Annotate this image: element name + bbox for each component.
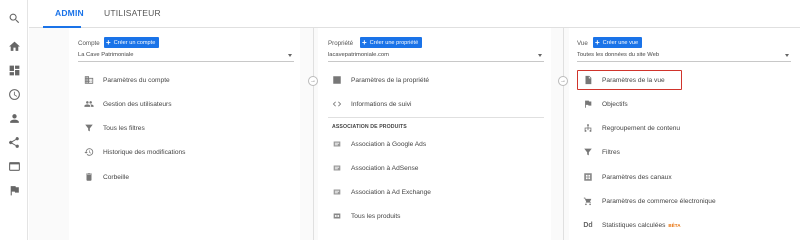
item-label: Statistiques calculées (602, 221, 666, 229)
square-icon (331, 74, 343, 86)
item-label: Gestion des utilisateurs (103, 100, 172, 108)
item-label: Association à Google Ads (351, 140, 427, 148)
link-block-icon (331, 162, 343, 174)
chevron-down-icon (288, 54, 292, 57)
channel-settings-item[interactable]: Paramètres des canaux (582, 170, 672, 184)
trash-item[interactable]: Corbeille (83, 170, 129, 184)
left-nav-rail (0, 0, 28, 240)
item-label: Paramètres du compte (103, 76, 170, 84)
google-ads-link-item[interactable]: Association à Google Ads (331, 137, 426, 151)
property-label: Propriété (328, 40, 354, 47)
account-selected: La Cave Patrimoniale (78, 52, 134, 58)
column-divider (563, 28, 564, 240)
account-settings-item[interactable]: Paramètres du compte (83, 73, 170, 87)
clock-icon[interactable] (6, 86, 22, 102)
plus-icon: + (362, 37, 367, 47)
section-divider (328, 117, 544, 118)
channels-icon (582, 171, 594, 183)
item-label: Paramètres des canaux (602, 173, 672, 181)
tab-utilisateur[interactable]: UTILISATEUR (104, 8, 161, 18)
product-linking-heading: ASSOCIATION DE PRODUITS (332, 124, 407, 130)
ecommerce-settings-item[interactable]: Paramètres de commerce électronique (582, 194, 716, 208)
item-label: Tous les filtres (103, 124, 145, 132)
filters-item[interactable]: Filtres (582, 145, 620, 159)
document-icon (582, 74, 594, 86)
beta-badge: BÊTA (668, 222, 681, 228)
search-icon[interactable] (6, 10, 22, 26)
item-label: Paramètres de commerce électronique (602, 197, 716, 205)
property-settings-item[interactable]: Paramètres de la propriété (331, 73, 429, 87)
all-filters-item[interactable]: Tous les filtres (83, 121, 145, 135)
property-select[interactable]: lacavepatrimoniale.com (328, 52, 544, 62)
filter-icon (83, 122, 95, 134)
content-grouping-item[interactable]: Regroupement de contenu (582, 121, 680, 135)
item-label: Paramètres de la propriété (351, 76, 430, 84)
user-management-item[interactable]: Gestion des utilisateurs (83, 97, 172, 111)
item-label: Informations de suivi (351, 100, 412, 108)
ad-exchange-link-item[interactable]: Association à Ad Exchange (331, 185, 431, 199)
trash-icon (83, 171, 95, 183)
arrow-right-icon: → (308, 76, 318, 86)
change-history-item[interactable]: Historique des modifications (83, 145, 185, 159)
view-selected: Toutes les données du site Web (577, 52, 660, 58)
view-label: Vue (577, 40, 588, 47)
chevron-down-icon (538, 54, 542, 57)
item-label: Objectifs (602, 100, 628, 108)
view-select[interactable]: Toutes les données du site Web (577, 52, 791, 62)
link-block-icon (331, 138, 343, 150)
item-label: Corbeille (103, 173, 130, 181)
create-view-button[interactable]: + Créer une vue (593, 37, 643, 48)
item-label: Tous les produits (351, 212, 401, 220)
building-icon (83, 74, 95, 86)
item-label: Association à Ad Exchange (351, 188, 431, 196)
chevron-down-icon (785, 54, 789, 57)
column-divider (313, 28, 314, 240)
tab-admin[interactable]: ADMIN (55, 8, 84, 18)
all-products-item[interactable]: Tous les produits (331, 209, 400, 223)
display-icon[interactable] (6, 158, 22, 174)
admin-main: ADMIN UTILISATEUR Compte + Créer un comp… (29, 0, 800, 240)
account-select[interactable]: La Cave Patrimoniale (78, 52, 294, 62)
plus-icon: + (106, 37, 111, 47)
home-icon[interactable] (6, 38, 22, 54)
cart-icon (582, 195, 594, 207)
flag-icon[interactable] (6, 182, 22, 198)
item-label: Historique des modifications (103, 148, 186, 156)
create-account-button[interactable]: + Créer un compte (104, 37, 160, 48)
arrow-right-icon: → (558, 76, 568, 86)
share-icon[interactable] (6, 134, 22, 150)
item-label: Association à AdSense (351, 164, 419, 172)
property-selected: lacavepatrimoniale.com (328, 52, 389, 58)
calculated-metrics-item[interactable]: Dd Statistiques calculées BÊTA (582, 218, 681, 232)
hierarchy-icon (582, 122, 594, 134)
item-label: Filtres (602, 148, 620, 156)
link-block-icon (331, 210, 343, 222)
plus-icon: + (595, 37, 600, 47)
link-block-icon (331, 186, 343, 198)
filter-icon (582, 146, 594, 158)
person-icon[interactable] (6, 110, 22, 126)
item-label: Regroupement de contenu (602, 124, 681, 132)
create-property-label: Créer une propriété (369, 39, 419, 46)
users-icon (83, 98, 95, 110)
tab-bar: ADMIN UTILISATEUR (29, 0, 800, 28)
account-label: Compte (78, 40, 100, 47)
dashboard-icon[interactable] (6, 62, 22, 78)
adsense-link-item[interactable]: Association à AdSense (331, 161, 418, 175)
tracking-info-item[interactable]: Informations de suivi (331, 97, 411, 111)
item-label: Paramètres de la vue (602, 76, 665, 84)
flag-icon (582, 98, 594, 110)
create-property-button[interactable]: + Créer une propriété (360, 37, 423, 48)
code-icon (331, 98, 343, 110)
dd-icon: Dd (583, 221, 593, 229)
goals-item[interactable]: Objectifs (582, 97, 628, 111)
create-view-label: Créer une vue (602, 39, 639, 46)
create-account-label: Créer un compte (113, 39, 156, 46)
view-settings-item[interactable]: Paramètres de la vue (582, 73, 665, 87)
history-icon (83, 146, 95, 158)
